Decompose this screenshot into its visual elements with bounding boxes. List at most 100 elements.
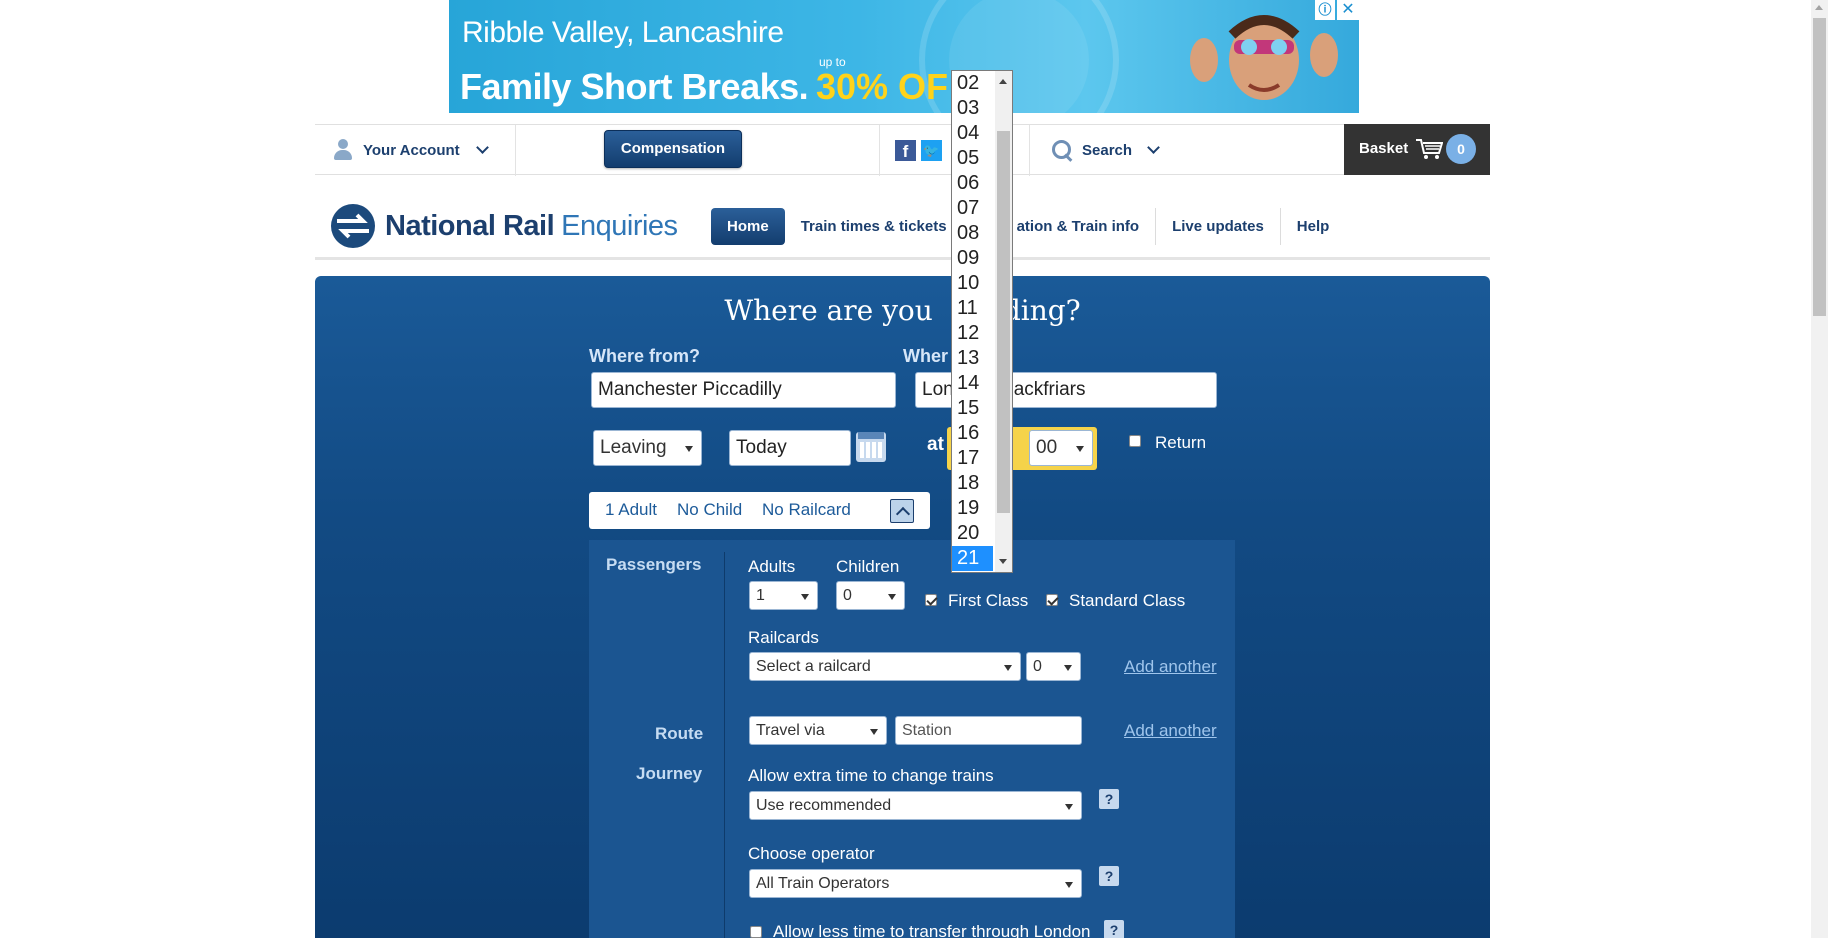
children-select[interactable]: 0 bbox=[836, 581, 905, 610]
dropdown-scrollbar[interactable] bbox=[995, 71, 1012, 572]
nav-home[interactable]: Home bbox=[711, 208, 785, 245]
page-scrollbar[interactable] bbox=[1811, 0, 1828, 938]
railcards-label: Railcards bbox=[748, 628, 819, 647]
search-icon bbox=[1051, 139, 1073, 161]
options-panel: Passengers Adults 1 Children 0 First Cla… bbox=[589, 540, 1235, 938]
via-station-input[interactable]: Station bbox=[895, 716, 1082, 745]
hour-option[interactable]: 20 bbox=[952, 521, 993, 546]
account-menu[interactable]: Your Account bbox=[333, 139, 489, 161]
cart-icon bbox=[1416, 139, 1443, 159]
london-transfer-label: Allow less time to transfer through Lond… bbox=[773, 922, 1091, 938]
standard-class-label: Standard Class bbox=[1069, 591, 1186, 610]
help-icon[interactable]: ? bbox=[1099, 866, 1119, 886]
date-input[interactable]: Today bbox=[729, 430, 851, 466]
compensation-button[interactable]: Compensation bbox=[604, 130, 742, 168]
summary-adults: 1 Adult bbox=[605, 500, 657, 519]
search-menu[interactable]: Search bbox=[1051, 139, 1160, 161]
basket-count-badge: 0 bbox=[1446, 134, 1476, 164]
planner-heading: Where are you ding? bbox=[315, 294, 1490, 327]
twitter-icon[interactable]: 🐦 bbox=[921, 140, 942, 161]
hour-option[interactable]: 07 bbox=[952, 196, 993, 221]
nav-train-times[interactable]: Train times & tickets bbox=[785, 208, 963, 245]
extra-time-label: Allow extra time to change trains bbox=[748, 766, 994, 785]
operator-label: Choose operator bbox=[748, 844, 875, 863]
ad-location-text: Ribble Valley, Lancashire bbox=[462, 16, 784, 49]
minute-select[interactable]: 00 bbox=[1029, 430, 1093, 466]
divider bbox=[1029, 125, 1030, 176]
hour-option[interactable]: 10 bbox=[952, 271, 993, 296]
national-rail-logo[interactable]: National Rail Enquiries bbox=[331, 204, 678, 248]
hour-option[interactable]: 15 bbox=[952, 396, 993, 421]
return-checkbox[interactable] bbox=[1129, 435, 1141, 447]
divider bbox=[515, 125, 516, 176]
extra-time-select[interactable]: Use recommended bbox=[749, 791, 1082, 820]
nav-help[interactable]: Help bbox=[1281, 208, 1346, 245]
first-class-label: First Class bbox=[948, 591, 1029, 610]
calendar-icon[interactable] bbox=[856, 432, 886, 462]
nav-items: Home Train times & tickets ation & Train… bbox=[711, 208, 1345, 245]
add-route-link[interactable]: Add another bbox=[1124, 721, 1217, 741]
double-arrow-logo-icon bbox=[331, 204, 375, 248]
from-station-input[interactable]: Manchester Piccadilly bbox=[591, 372, 896, 408]
operator-select[interactable]: All Train Operators bbox=[749, 869, 1082, 898]
first-class-checkbox[interactable] bbox=[925, 594, 937, 606]
utility-bar: Your Account Compensation f 🐦 Search Bas… bbox=[315, 124, 1490, 176]
scrollbar-thumb[interactable] bbox=[997, 131, 1010, 513]
hour-option[interactable]: 06 bbox=[952, 171, 993, 196]
search-label: Search bbox=[1082, 141, 1133, 159]
nav-live-updates[interactable]: Live updates bbox=[1156, 208, 1281, 245]
hour-option[interactable]: 16 bbox=[952, 421, 993, 446]
facebook-icon[interactable]: f bbox=[895, 140, 916, 161]
scroll-down-icon[interactable] bbox=[999, 559, 1007, 564]
ad-discount-text: 30% OF bbox=[816, 66, 949, 107]
close-icon[interactable]: ✕ bbox=[1337, 0, 1359, 20]
leaving-arriving-select[interactable]: Leaving bbox=[593, 430, 702, 466]
hour-option[interactable]: 21 bbox=[952, 546, 993, 571]
hour-option[interactable]: 08 bbox=[952, 221, 993, 246]
summary-children: No Child bbox=[677, 500, 743, 519]
railcard-select[interactable]: Select a railcard bbox=[749, 652, 1021, 681]
passenger-summary[interactable]: 1 Adult No Child No Railcard bbox=[589, 492, 930, 529]
route-heading: Route bbox=[655, 724, 704, 743]
hour-dropdown-list[interactable]: 02 03 04 05 06 07 08 09 10 11 12 13 14 15 16 17 18 19 20 21 bbox=[951, 70, 1013, 573]
heading-part-left: Where are you bbox=[724, 294, 933, 327]
hour-option[interactable]: 05 bbox=[952, 146, 993, 171]
children-label: Children bbox=[836, 557, 900, 576]
hour-option[interactable]: 18 bbox=[952, 471, 993, 496]
advertisement-banner[interactable]: Ribble Valley, Lancashire Family Short B… bbox=[449, 0, 1359, 113]
logo-text-bold: National Rail bbox=[385, 209, 555, 242]
adchoices-glyph[interactable]: ⓘ bbox=[1315, 0, 1335, 20]
hour-option[interactable]: 12 bbox=[952, 321, 993, 346]
social-links: f 🐦 bbox=[895, 140, 942, 161]
add-railcard-link[interactable]: Add another bbox=[1124, 657, 1217, 677]
hour-option[interactable]: 14 bbox=[952, 371, 993, 396]
adults-select[interactable]: 1 bbox=[749, 581, 818, 610]
help-icon[interactable]: ? bbox=[1099, 789, 1119, 809]
hour-option[interactable]: 09 bbox=[952, 246, 993, 271]
at-label: at bbox=[927, 434, 944, 455]
journey-heading: Journey bbox=[636, 764, 703, 783]
hour-option[interactable]: 04 bbox=[952, 121, 993, 146]
help-icon[interactable]: ? bbox=[1104, 920, 1124, 938]
chevron-down-icon bbox=[475, 141, 489, 154]
railcard-count-select[interactable]: 0 bbox=[1026, 652, 1081, 681]
hour-option[interactable]: 19 bbox=[952, 496, 993, 521]
to-value-right: ackfriars bbox=[1013, 379, 1086, 400]
standard-class-checkbox[interactable] bbox=[1046, 594, 1058, 606]
hour-option[interactable]: 02 bbox=[952, 71, 993, 96]
return-label: Return bbox=[1155, 433, 1207, 452]
chevron-up-icon[interactable] bbox=[890, 499, 914, 523]
hour-option[interactable]: 03 bbox=[952, 96, 993, 121]
scroll-up-icon[interactable] bbox=[1815, 5, 1823, 10]
travel-via-select[interactable]: Travel via bbox=[749, 716, 887, 745]
basket-button[interactable]: Basket 0 bbox=[1344, 124, 1490, 175]
scrollbar-thumb[interactable] bbox=[1813, 18, 1826, 316]
london-transfer-checkbox[interactable] bbox=[750, 926, 762, 938]
from-label: Where from? bbox=[589, 346, 701, 366]
hour-option[interactable]: 13 bbox=[952, 346, 993, 371]
hour-option[interactable]: 17 bbox=[952, 446, 993, 471]
hour-option[interactable]: 11 bbox=[952, 296, 993, 321]
scroll-up-icon[interactable] bbox=[999, 79, 1007, 84]
to-value-left: Lon bbox=[922, 379, 954, 400]
chevron-down-icon bbox=[1147, 141, 1160, 154]
